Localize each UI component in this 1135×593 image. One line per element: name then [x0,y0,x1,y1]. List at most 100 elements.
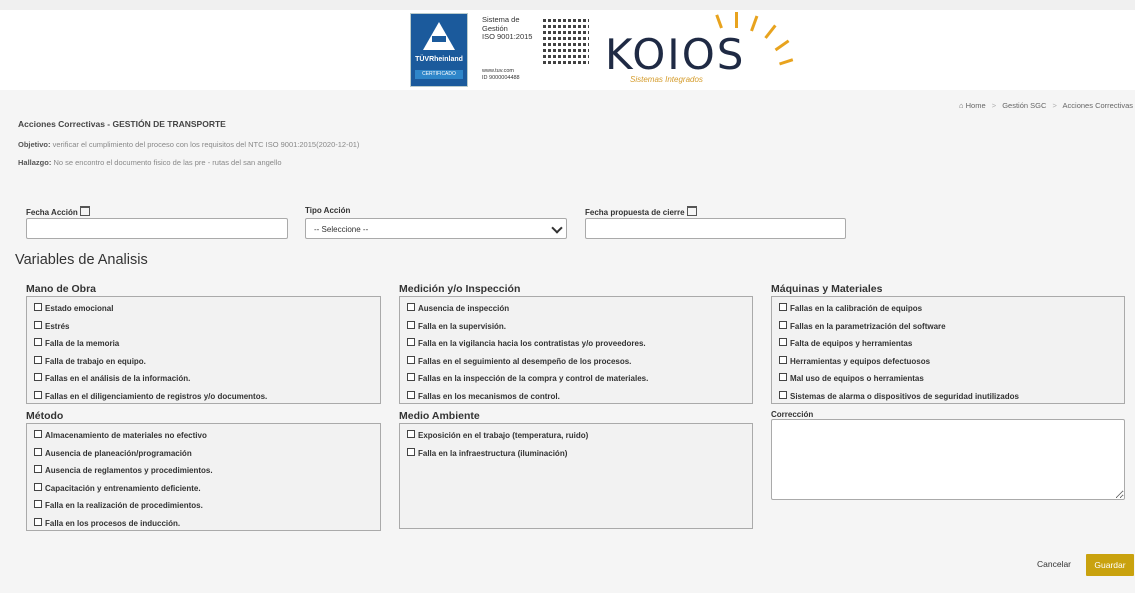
page-title: Acciones Correctivas - GESTIÓN DE TRANSP… [18,119,226,129]
checkbox[interactable] [34,465,42,473]
checkbox[interactable] [779,390,787,399]
checkbox[interactable] [34,373,42,381]
checkbox[interactable] [407,390,415,399]
breadcrumb-home[interactable]: Home [966,101,986,110]
fecha-cierre-input[interactable] [585,218,846,239]
breadcrumb-current: Acciones Correctivas [1062,101,1133,110]
checkbox-item[interactable]: Fallas en la inspección de la compra y c… [407,373,752,391]
breadcrumb-separator: > [991,101,997,110]
checkbox[interactable] [34,338,42,346]
checkbox-label: Falla en los procesos de inducción. [45,518,181,528]
checkbox-item[interactable]: Fallas en la parametrización del softwar… [779,320,1124,339]
checkbox-label: Falla en la supervisión. [418,321,507,331]
checkbox-item[interactable]: Ausencia de inspección [407,303,752,321]
checkbox[interactable] [34,482,42,491]
checkbox[interactable] [779,303,787,311]
cert-url-line: ID 9000004488 [482,74,520,81]
tuv-cert-label: CERTIFICADO [415,70,463,79]
checkbox[interactable] [407,355,415,364]
checkbox-label: Fallas en los mecanismos de control. [418,391,560,401]
checkbox-item[interactable]: Ausencia de planeación/programación [34,447,380,466]
checkbox[interactable] [34,320,42,329]
checkbox-item[interactable]: Falla en la realización de procedimiento… [34,500,380,518]
checkbox[interactable] [34,500,42,508]
checkbox[interactable] [779,338,787,346]
checkbox[interactable] [779,373,787,381]
checkbox[interactable] [34,355,42,364]
checkbox[interactable] [779,355,787,364]
checkbox[interactable] [407,447,415,456]
checkbox-item[interactable]: Exposición en el trabajo (temperatura, r… [407,430,752,448]
correccion-textarea[interactable] [771,419,1125,500]
checkbox-label: Fallas en la calibración de equipos [790,304,923,313]
checkbox-item[interactable]: Fallas en el seguimiento al desempeño de… [407,355,752,374]
objetivo-text: verificar el cumplimiento del proceso co… [52,140,360,149]
logo-ray [735,12,738,28]
checkbox-item[interactable]: Herramientas y equipos defectuosos [779,355,1124,374]
group-title-medicion: Medición y/o Inspección [399,283,521,295]
checkbox-item[interactable]: Fallas en la calibración de equipos [779,303,1124,321]
checkbox-item[interactable]: Ausencia de reglamentos y procedimientos… [34,465,380,483]
checkbox[interactable] [407,373,415,381]
checkbox-label: Fallas en la inspección de la compra y c… [418,374,649,383]
checkbox-item[interactable]: Estrés [34,320,380,339]
checkbox-item[interactable]: Fallas en los mecanismos de control. [407,390,752,409]
fecha-cierre-label: Fecha propuesta de cierre [585,206,697,217]
group-title-mano-de-obra: Mano de Obra [26,283,97,295]
checkbox-item[interactable]: Estado emocional [34,303,380,321]
save-button[interactable]: Guardar [1086,554,1134,576]
brand-subtitle: Sistemas Integrados [630,75,703,84]
calendar-icon [686,206,697,216]
checkbox-label: Fallas en el diligenciamiento de registr… [45,391,268,401]
checkbox-item[interactable]: Fallas en el análisis de la información. [34,373,380,391]
checkbox-item[interactable]: Falla de la memoria [34,338,380,356]
tuv-logo: TÜVRheinland CERTIFICADO [410,13,468,87]
checkbox-item[interactable]: Falla en la supervisión. [407,320,752,339]
checkbox[interactable] [34,517,42,526]
checkbox-label: Falta de equipos y herramientas [790,339,913,348]
checkbox[interactable] [407,430,415,438]
checkbox-item[interactable]: Falla en los procesos de inducción. [34,517,380,536]
checkbox-label: Almacenamiento de materiales no efectivo [45,431,207,440]
checkbox-label: Falla en la vigilancia hacia los contrat… [418,339,646,348]
checkbox-label: Falla en la infraestructura (iluminación… [418,448,568,458]
checkbox[interactable] [34,303,42,311]
correccion-label: Corrección [771,410,814,419]
tipo-accion-select[interactable]: -- Seleccione -- [305,218,567,239]
checkbox[interactable] [34,430,42,438]
checkbox[interactable] [407,303,415,311]
group-medio-ambiente: Exposición en el trabajo (temperatura, r… [399,423,753,529]
chevron-down-icon [551,222,563,234]
cancel-button[interactable]: Cancelar [1037,559,1071,569]
breadcrumb-gestion[interactable]: Gestión SGC [1002,101,1046,110]
checkbox-item[interactable]: Falla de trabajo en equipo. [34,355,380,374]
checkbox[interactable] [779,320,787,329]
checkbox-item[interactable]: Mal uso de equipos o herramientas [779,373,1124,391]
group-title-metodo: Método [26,410,64,422]
checkbox-item[interactable]: Almacenamiento de materiales no efectivo [34,430,380,448]
tipo-accion-label: Tipo Acción [305,206,351,215]
calendar-icon [79,206,90,216]
checkbox-label: Fallas en el seguimiento al desempeño de… [418,356,632,366]
home-icon[interactable]: ⌂ [959,101,964,110]
fecha-accion-input[interactable] [26,218,288,239]
checkbox-label: Estado emocional [45,304,114,313]
checkbox[interactable] [34,447,42,456]
checkbox-item[interactable]: Falla en la infraestructura (iluminación… [407,447,752,466]
checkbox[interactable] [407,320,415,329]
checkbox-item[interactable]: Falla en la vigilancia hacia los contrat… [407,338,752,356]
tipo-accion-selected: -- Seleccione -- [314,225,369,234]
checkbox-item[interactable]: Fallas en el diligenciamiento de registr… [34,390,380,409]
group-mano-de-obra: Estado emocional Estrés Falla de la memo… [26,296,381,404]
checkbox-item[interactable]: Sistemas de alarma o dispositivos de seg… [779,390,1124,409]
checkbox[interactable] [34,390,42,399]
checkbox-item[interactable]: Falta de equipos y herramientas [779,338,1124,356]
hallazgo-text: No se encontro el documento fisico de la… [53,158,282,167]
checkbox-label: Ausencia de inspección [418,304,510,313]
group-title-maquinas: Máquinas y Materiales [771,283,883,295]
checkbox[interactable] [407,338,415,346]
cert-text: Sistema de Gestión ISO 9001:2015 [482,15,542,42]
checkbox-item[interactable]: Capacitación y entrenamiento deficiente. [34,482,380,501]
checkbox-label: Falla de la memoria [45,339,120,348]
checkbox-label: Falla de trabajo en equipo. [45,356,146,366]
